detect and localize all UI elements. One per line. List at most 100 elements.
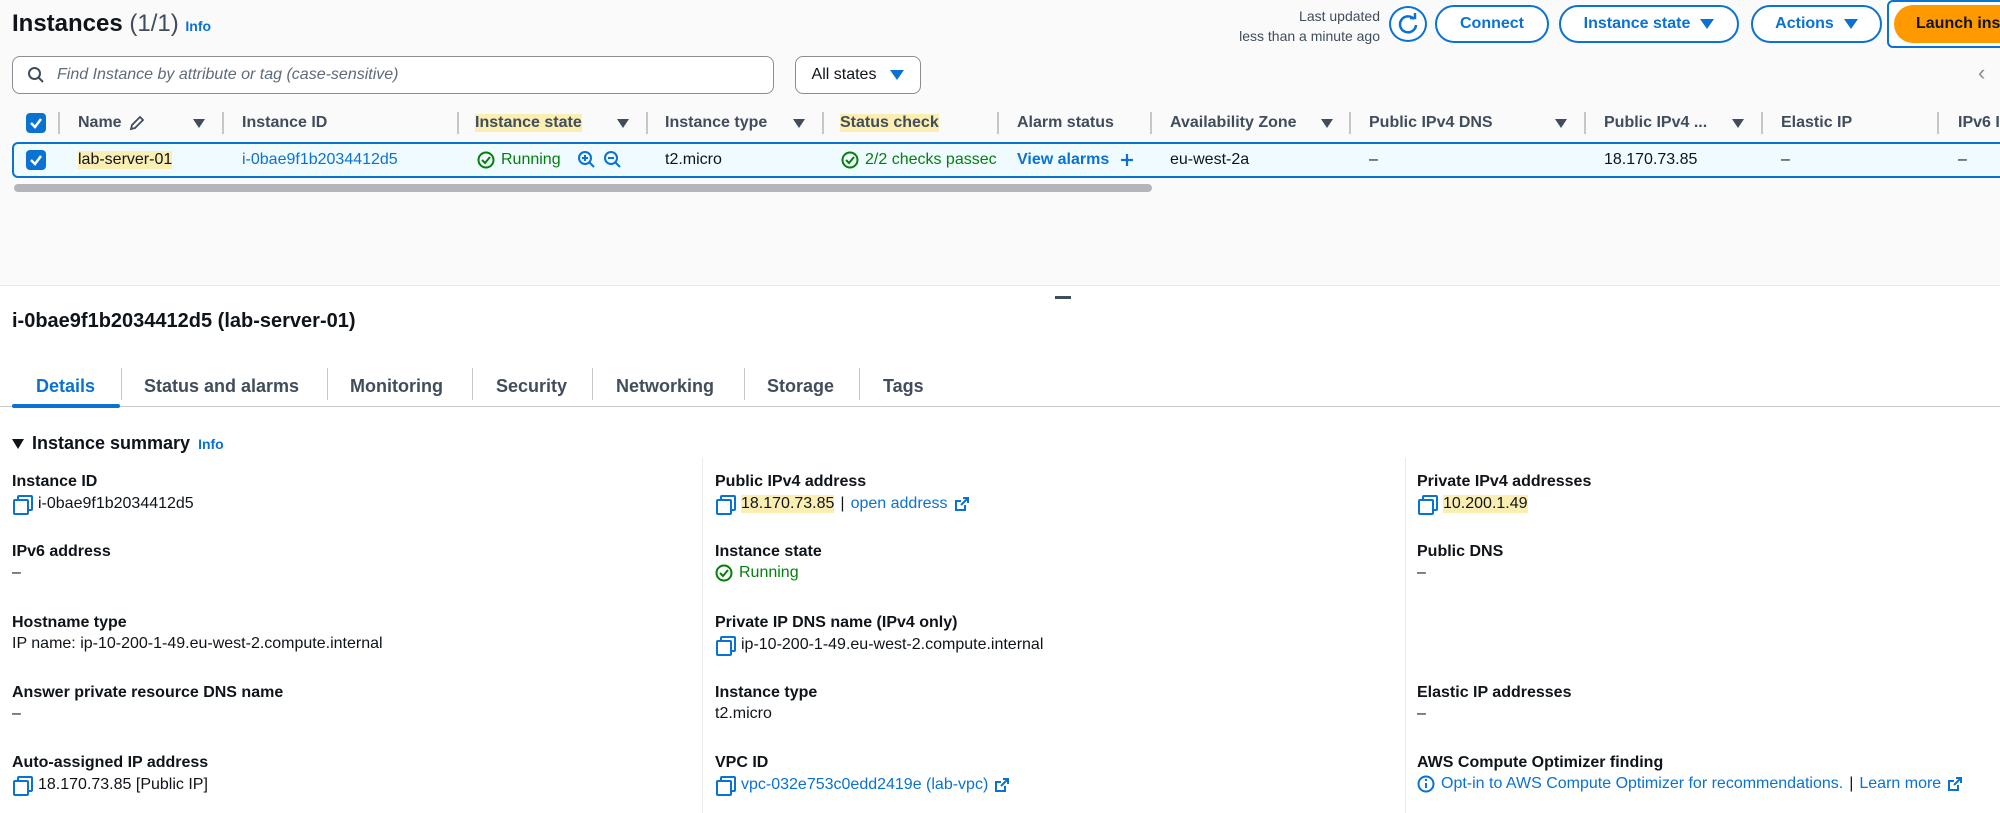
- check-circle-icon: [841, 151, 859, 169]
- column-header-instance-type[interactable]: Instance type: [665, 110, 767, 136]
- check-icon: [30, 155, 42, 166]
- copy-icon[interactable]: [12, 775, 33, 796]
- connect-button[interactable]: Connect: [1435, 5, 1549, 43]
- column-header-public-ipv4-dns[interactable]: Public IPv4 DNS: [1369, 110, 1493, 136]
- plus-icon: [1121, 154, 1134, 166]
- external-link-icon[interactable]: [994, 777, 1010, 793]
- column-header-status-check[interactable]: Status check: [840, 110, 939, 136]
- tab-divider: [121, 368, 122, 400]
- column-header-availability-zone[interactable]: Availability Zone: [1170, 110, 1297, 136]
- column-divider: [58, 112, 60, 134]
- check-icon: [30, 118, 42, 129]
- copy-icon[interactable]: [1417, 494, 1438, 515]
- caret-down-icon: [1843, 19, 1858, 29]
- select-all-checkbox[interactable]: [26, 110, 46, 136]
- column-divider: [1349, 112, 1351, 134]
- external-link-icon[interactable]: [1947, 776, 1963, 792]
- column-header-public-ipv4[interactable]: Public IPv4 ...: [1604, 110, 1707, 136]
- column-header-alarm-status[interactable]: Alarm status: [1017, 110, 1114, 136]
- field-private-ipv4: Private IPv4 addresses 10.200.1.49: [1417, 473, 1592, 515]
- horizontal-scrollbar[interactable]: [14, 184, 1152, 192]
- field-auto-assigned-ip: Auto-assigned IP address 18.170.73.85 [P…: [12, 754, 209, 796]
- field-answer-private-dns: Answer private resource DNS name –: [12, 684, 284, 722]
- column-divider: [1405, 458, 1406, 813]
- row-instance-type: t2.micro: [665, 151, 722, 168]
- search-input[interactable]: Find Instance by attribute or tag (case-…: [12, 56, 774, 94]
- instance-summary-toggle[interactable]: Instance summary Info: [12, 433, 224, 454]
- row-instance-id-link[interactable]: i-0bae9f1b2034412d5: [242, 148, 398, 172]
- sort-icon[interactable]: [1732, 110, 1744, 136]
- field-elastic-ip: Elastic IP addresses –: [1417, 684, 1572, 722]
- tab-tags[interactable]: Tags: [883, 366, 924, 406]
- instance-state-button[interactable]: Instance state: [1559, 5, 1739, 43]
- sort-icon[interactable]: [1321, 110, 1333, 136]
- sort-icon[interactable]: [1555, 110, 1567, 136]
- row-ipv6: –: [1958, 151, 1967, 168]
- column-divider: [646, 112, 648, 134]
- open-address-link[interactable]: open address: [851, 495, 948, 513]
- tab-status-and-alarms[interactable]: Status and alarms: [144, 366, 299, 406]
- chevron-left-icon[interactable]: ‹: [1978, 60, 1985, 86]
- info-link[interactable]: Info: [198, 436, 224, 452]
- last-updated: Last updated less than a minute ago: [1239, 8, 1380, 44]
- compute-optimizer-optin-link[interactable]: Opt-in to AWS Compute Optimizer for reco…: [1441, 775, 1843, 793]
- row-checkbox[interactable]: [26, 148, 46, 172]
- vpc-id-link[interactable]: vpc-032e753c0edd2419e (lab-vpc): [741, 776, 988, 794]
- column-header-instance-state[interactable]: Instance state: [475, 110, 582, 136]
- caret-down-icon: [12, 438, 24, 449]
- refresh-button[interactable]: [1389, 6, 1427, 42]
- caret-down-icon: [1700, 19, 1715, 29]
- tab-details[interactable]: Details: [36, 366, 95, 406]
- column-divider: [1584, 112, 1586, 134]
- refresh-icon: [1398, 13, 1418, 34]
- resize-handle[interactable]: [1055, 296, 1071, 299]
- search-icon: [28, 67, 44, 83]
- tab-storage[interactable]: Storage: [767, 366, 834, 406]
- external-link-icon[interactable]: [954, 496, 970, 512]
- tab-divider: [859, 368, 860, 400]
- field-public-dns: Public DNS –: [1417, 543, 1504, 581]
- column-divider: [822, 112, 824, 134]
- check-circle-icon: [477, 151, 495, 169]
- copy-icon[interactable]: [715, 494, 736, 515]
- field-public-ipv4: Public IPv4 address 18.170.73.85 | open …: [715, 473, 970, 515]
- tab-divider: [472, 368, 473, 400]
- tab-divider: [744, 368, 745, 400]
- launch-instances-button[interactable]: Launch ins: [1894, 5, 2000, 43]
- column-header-instance-id[interactable]: Instance ID: [242, 110, 327, 136]
- tab-networking[interactable]: Networking: [616, 366, 714, 406]
- sort-icon[interactable]: [617, 110, 629, 136]
- sort-icon[interactable]: [793, 110, 805, 136]
- page-title: Instances (1/1) Info: [12, 10, 212, 37]
- row-instance-state: Running: [477, 148, 561, 172]
- row-public-ip: 18.170.73.85: [1604, 151, 1698, 168]
- info-link[interactable]: Info: [185, 18, 211, 34]
- zoom-out-icon[interactable]: [603, 148, 623, 172]
- column-divider: [702, 458, 703, 813]
- actions-button[interactable]: Actions: [1751, 5, 1882, 43]
- tab-divider: [327, 368, 328, 400]
- field-hostname-type: Hostname type IP name: ip-10-200-1-49.eu…: [12, 614, 383, 652]
- zoom-in-icon[interactable]: [577, 148, 597, 172]
- tab-monitoring[interactable]: Monitoring: [350, 366, 443, 406]
- column-divider: [997, 112, 999, 134]
- details-title: i-0bae9f1b2034412d5 (lab-server-01): [12, 310, 356, 332]
- tabs-baseline: [0, 406, 2000, 407]
- states-filter-select[interactable]: All states: [795, 56, 921, 94]
- check-circle-icon: [715, 564, 733, 582]
- search-placeholder: Find Instance by attribute or tag (case-…: [57, 66, 399, 83]
- row-public-dns: –: [1369, 151, 1378, 168]
- field-ipv6-address: IPv6 address –: [12, 543, 111, 581]
- learn-more-link[interactable]: Learn more: [1859, 775, 1941, 793]
- copy-icon[interactable]: [715, 775, 736, 796]
- row-availability-zone: eu-west-2a: [1170, 151, 1250, 168]
- tab-security[interactable]: Security: [496, 366, 567, 406]
- column-header-ipv6[interactable]: IPv6 I: [1958, 110, 2000, 136]
- column-header-elastic-ip[interactable]: Elastic IP: [1781, 110, 1852, 136]
- view-alarms-link[interactable]: View alarms: [1017, 148, 1135, 172]
- column-header-name[interactable]: Name: [78, 110, 146, 136]
- copy-icon[interactable]: [715, 635, 736, 656]
- sort-icon[interactable]: [193, 110, 205, 136]
- copy-icon[interactable]: [12, 494, 33, 515]
- row-name: lab-server-01: [78, 151, 173, 169]
